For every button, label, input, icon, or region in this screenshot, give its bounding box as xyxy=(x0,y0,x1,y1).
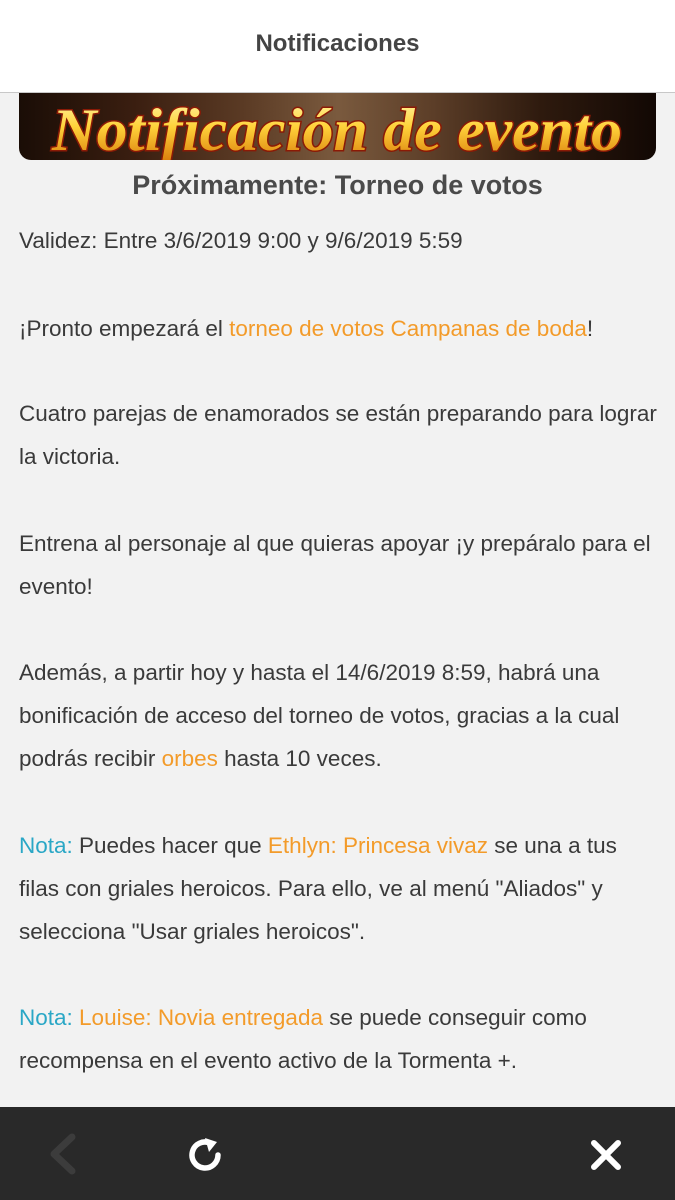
validity-text: Validez: Entre 3/6/2019 9:00 y 9/6/2019 … xyxy=(19,228,463,253)
note-label: Nota: xyxy=(19,833,73,858)
article-title: Próximamente: Torneo de votos xyxy=(132,170,543,200)
paragraph-text: hasta 10 veces. xyxy=(217,746,382,771)
close-button[interactable] xyxy=(582,1131,630,1179)
paragraph-couples: Cuatro parejas de enamorados se están pr… xyxy=(19,401,657,469)
refresh-button[interactable] xyxy=(180,1129,230,1179)
event-banner: Notificación de evento xyxy=(19,93,656,160)
orbs-link[interactable]: orbes xyxy=(162,746,218,771)
app-header: Notificaciones xyxy=(0,0,675,93)
bottom-toolbar xyxy=(0,1107,675,1200)
refresh-icon xyxy=(189,1138,221,1171)
ethlyn-link[interactable]: Ethlyn: Princesa vivaz xyxy=(268,833,488,858)
back-button[interactable] xyxy=(38,1131,88,1177)
paragraph-intro: ¡Pronto empezará el torneo de votos Camp… xyxy=(19,307,659,350)
paragraph-train: Entrena al personaje al que quieras apoy… xyxy=(19,531,651,599)
louise-link[interactable]: Louise: Novia entregada xyxy=(79,1005,323,1030)
paragraph-bonus: Además, a partir hoy y hasta el 14/6/201… xyxy=(19,651,659,780)
note-label: Nota: xyxy=(19,1005,73,1030)
note-ethlyn: Nota: Puedes hacer que Ethlyn: Princesa … xyxy=(19,824,659,953)
close-icon xyxy=(591,1140,621,1170)
tournament-link[interactable]: torneo de votos Campanas de boda xyxy=(229,316,587,341)
paragraph-text: Puedes hacer que xyxy=(72,833,268,858)
note-louise: Nota: Louise: Novia entregada se puede c… xyxy=(19,996,659,1082)
banner-title: Notificación de evento xyxy=(51,97,622,160)
page-title: Notificaciones xyxy=(255,30,420,57)
notification-content[interactable]: Notificación de evento Próximamente: Tor… xyxy=(0,93,675,1107)
paragraph-text: ¡Pronto empezará el xyxy=(19,316,230,341)
paragraph-text: ! xyxy=(586,316,594,341)
chevron-left-icon xyxy=(50,1133,76,1175)
